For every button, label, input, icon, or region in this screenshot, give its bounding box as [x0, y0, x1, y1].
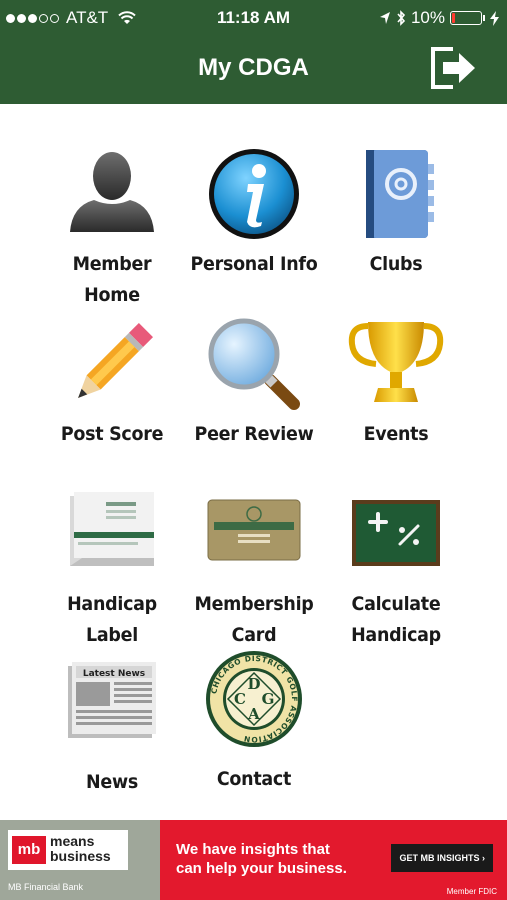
- ad-fdic: Member FDIC: [446, 887, 497, 896]
- newspaper-icon: Latest News: [68, 662, 156, 738]
- ad-logo-text: means business: [50, 833, 111, 864]
- status-right: 10%: [379, 8, 499, 28]
- ad-logo-mark: mb: [12, 836, 46, 864]
- tile-label: Calculate Handicap: [351, 593, 441, 646]
- tile-label: Peer Review: [194, 423, 314, 445]
- ad-cta-button[interactable]: GET MB INSIGHTS ›: [391, 844, 493, 872]
- ad-message: We have insights that can help your busi…: [160, 820, 507, 900]
- tile-clubs[interactable]: Clubs: [321, 144, 471, 280]
- tile-label: Member Home: [72, 253, 152, 306]
- bluetooth-icon: [397, 10, 406, 26]
- ad-banner[interactable]: mb means business MB Financial Bank We h…: [0, 820, 507, 900]
- tile-label: Personal Info: [190, 253, 318, 275]
- chalkboard-icon: [352, 500, 440, 566]
- member-silhouette-icon: [70, 152, 154, 232]
- tile-personal-info[interactable]: Personal Info: [179, 144, 329, 280]
- ad-headline: We have insights that can help your busi…: [176, 841, 347, 877]
- newspaper-heading: Latest News: [83, 669, 145, 679]
- tile-label: Events: [363, 423, 429, 445]
- svg-text:G: G: [262, 690, 275, 708]
- nav-bar: My CDGA: [0, 34, 507, 104]
- battery-icon: [450, 11, 482, 25]
- battery-percent: 10%: [410, 8, 445, 27]
- tile-label: Post Score: [60, 423, 164, 445]
- ad-logo: mb means business: [8, 830, 128, 870]
- pencil-icon: [78, 322, 154, 398]
- tile-calculate-handicap[interactable]: Calculate Handicap: [321, 484, 471, 651]
- ad-image: mb means business MB Financial Bank: [0, 820, 160, 900]
- tile-membership-card[interactable]: Membership Card: [179, 484, 329, 651]
- chevron-right-icon: ›: [482, 853, 485, 863]
- tile-post-score[interactable]: Post Score: [37, 314, 187, 450]
- tile-label: Membership Card: [194, 593, 314, 646]
- info-icon: [209, 149, 299, 239]
- tile-label: News: [86, 771, 138, 793]
- tile-label: Contact: [216, 768, 292, 790]
- cdga-logo-icon: CHICAGO DISTRICT GOLF ASSOCIATION D C G …: [206, 651, 302, 747]
- tile-label: Clubs: [369, 253, 423, 275]
- svg-text:A: A: [247, 705, 260, 723]
- tile-member-home[interactable]: Member Home: [37, 144, 187, 311]
- tile-contact[interactable]: CHICAGO DISTRICT GOLF ASSOCIATION D C G …: [179, 649, 329, 795]
- address-book-icon: [366, 150, 434, 238]
- magnifier-icon: [208, 318, 300, 410]
- membership-card-icon: [207, 499, 301, 561]
- menu-grid: Member Home Personal Info Clubs Post Sco…: [0, 104, 507, 818]
- tile-label: Handicap Label: [67, 593, 157, 646]
- tile-news[interactable]: Latest News News: [37, 652, 187, 798]
- svg-text:C: C: [234, 690, 246, 708]
- trophy-icon: [348, 322, 444, 402]
- status-bar: AT&T 11:18 AM 10%: [0, 0, 507, 34]
- logout-icon: [431, 47, 475, 89]
- tile-events[interactable]: Events: [321, 314, 471, 450]
- battery-level: [452, 13, 455, 23]
- handicap-label-icon: [70, 492, 154, 566]
- tile-handicap-label[interactable]: Handicap Label: [37, 484, 187, 651]
- ad-bank-name: MB Financial Bank: [8, 882, 84, 892]
- logout-button[interactable]: [427, 43, 479, 93]
- svg-text:D: D: [247, 675, 260, 693]
- tile-peer-review[interactable]: Peer Review: [179, 314, 329, 450]
- location-icon: [379, 12, 390, 24]
- charging-icon: [490, 10, 499, 26]
